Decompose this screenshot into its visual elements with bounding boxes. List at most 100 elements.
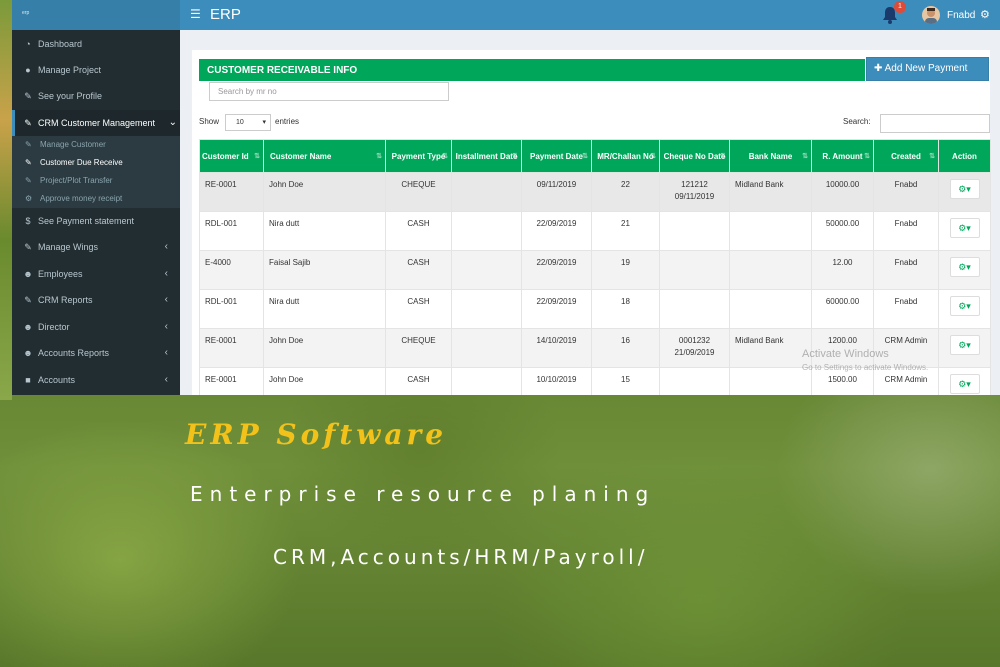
cell-cheque-no-date xyxy=(659,250,730,290)
table-search-input[interactable] xyxy=(880,114,990,133)
table-row: RDL-001 Nira dutt CASH 22/09/2019 21 50000.00… xyxy=(199,211,991,251)
search-label: Search: xyxy=(843,117,871,126)
sidebar-item-label: Dashboard xyxy=(38,39,83,49)
column-header-label: Action xyxy=(952,151,977,161)
sidebar-item-payment-statement[interactable]: $ See Payment statement xyxy=(12,208,180,234)
sidebar-subitem-approve-money-receipt[interactable]: ⚙ Approve money receipt xyxy=(12,190,180,208)
column-header-label: Customer Id xyxy=(202,151,249,161)
activate-windows-hint: Go to Settings to activate Windows. xyxy=(802,363,929,372)
chevron-left-icon: ‹ xyxy=(164,321,168,332)
cell-amount: 50000.00 xyxy=(811,211,874,251)
row-action-gear-icon[interactable]: ⚙▾ xyxy=(949,335,980,355)
sidebar-item-director[interactable]: ☻ Director ‹ xyxy=(12,314,180,340)
box-title: CUSTOMER RECEIVABLE INFO xyxy=(207,65,358,76)
sidebar-item-manage-wings[interactable]: ✎ Manage Wings ‹ xyxy=(12,234,180,260)
column-header-bank-name[interactable]: Bank Name ⇅ xyxy=(729,139,812,173)
column-header-label: Payment Type xyxy=(391,151,446,161)
cell-cheque-no-date: 0001232 21/09/2019 xyxy=(659,328,730,368)
customer-receivable-box: CUSTOMER RECEIVABLE INFO ✚ Add New Payme… xyxy=(192,50,991,395)
column-header-created[interactable]: Created ⇅ xyxy=(873,139,939,173)
cell-payment-date: 14/10/2019 xyxy=(521,328,592,368)
edit-icon: ✎ xyxy=(24,91,32,101)
app-title: ERP xyxy=(210,6,241,23)
column-header-customer-name[interactable]: Customer Name ⇅ xyxy=(263,139,386,173)
row-action-gear-icon[interactable]: ⚙▾ xyxy=(949,257,980,277)
sidebar-item-employees[interactable]: ☻ Employees ‹ xyxy=(12,261,180,287)
sidebar-item-manage-project[interactable]: ● Manage Project xyxy=(12,57,180,83)
cell-customer-name: Nira dutt xyxy=(263,289,386,329)
column-header-label: MR/Challan No xyxy=(597,151,654,161)
column-header-mr-challan[interactable]: MR/Challan No ⇅ xyxy=(591,139,660,173)
column-header-label: Installment Date xyxy=(455,151,518,161)
gears-icon[interactable]: ⚙ xyxy=(980,8,990,21)
chevron-left-icon: ‹ xyxy=(164,268,168,279)
sidebar-item-crm-reports[interactable]: ✎ CRM Reports ‹ xyxy=(12,287,180,313)
edit-icon: ✎ xyxy=(25,140,32,149)
logo-area[interactable]: erp xyxy=(12,0,180,30)
sidebar-subitem-manage-customer[interactable]: ✎ Manage Customer xyxy=(12,136,180,154)
logo-text: erp xyxy=(22,10,30,16)
row-action-gear-icon[interactable]: ⚙▾ xyxy=(949,296,980,316)
cell-customer-name: John Doe xyxy=(263,328,386,368)
cell-action: ⚙▾ xyxy=(938,172,991,212)
avatar[interactable] xyxy=(922,6,940,24)
search-mr-input[interactable]: Search by mr no xyxy=(209,82,449,101)
caret-down-icon: ▾ xyxy=(262,119,266,126)
activate-windows-watermark: Activate Windows xyxy=(802,348,889,360)
cell-customer-id: E-4000 xyxy=(199,250,264,290)
cell-installment-date xyxy=(451,250,522,290)
row-action-gear-icon[interactable]: ⚙▾ xyxy=(949,218,980,238)
sidebar-subitem-customer-due-receive[interactable]: ✎ Customer Due Receive xyxy=(12,154,180,172)
column-header-installment-date[interactable]: Installment Date ⇅ xyxy=(451,139,522,173)
chevron-down-icon: ⌄ xyxy=(168,117,177,128)
sidebar-item-dashboard[interactable]: ◔ Dashboard xyxy=(12,31,180,57)
column-header-customer-id[interactable]: Customer Id ⇅ xyxy=(199,139,264,173)
column-header-payment-date[interactable]: Payment Date ⇅ xyxy=(521,139,592,173)
sidebar-item-crm-customer-management[interactable]: ✎ CRM Customer Management ⌄ xyxy=(12,110,180,136)
cell-payment-date: 10/10/2019 xyxy=(521,367,592,395)
sidebar-subitem-project-plot-transfer[interactable]: ✎ Project/Plot Transfer xyxy=(12,172,180,190)
cell-bank-name xyxy=(729,289,812,329)
users-icon: ☻ xyxy=(23,322,33,332)
add-new-payment-button[interactable]: ✚ Add New Payment xyxy=(866,57,989,81)
chevron-left-icon: ‹ xyxy=(164,374,168,385)
cell-cheque-no-date xyxy=(659,289,730,329)
cell-payment-date: 09/11/2019 xyxy=(521,172,592,212)
cell-created: Fnabd xyxy=(873,211,939,251)
entries-label: entries xyxy=(275,117,300,126)
dollar-icon: $ xyxy=(25,216,31,226)
sidebar-item-label: Accounts Reports xyxy=(38,348,110,358)
row-action-gear-icon[interactable]: ⚙▾ xyxy=(949,374,980,394)
row-action-gear-icon[interactable]: ⚙▾ xyxy=(949,179,980,199)
cell-payment-type: CHEQUE xyxy=(385,328,452,368)
cell-cheque-no-date: 121212 09/11/2019 xyxy=(659,172,730,212)
sidebar-item-accounts[interactable]: ■ Accounts ‹ xyxy=(12,367,180,393)
cell-mr-challan: 15 xyxy=(591,367,660,395)
column-header-payment-type[interactable]: Payment Type ⇅ xyxy=(385,139,452,173)
sidebar-item-profile[interactable]: ✎ See your Profile xyxy=(12,83,180,109)
sidebar-item-label: Director xyxy=(38,322,70,332)
table-body: RE-0001 John Doe CHEQUE 09/11/2019 22 121212 … xyxy=(199,172,991,395)
cell-amount: 10000.00 xyxy=(811,172,874,212)
users-icon: ☻ xyxy=(23,269,33,279)
cell-cheque-no-date xyxy=(659,211,730,251)
cell-installment-date xyxy=(451,289,522,329)
column-header-label: Bank Name xyxy=(748,151,793,161)
column-header-amount[interactable]: R. Amount ⇅ xyxy=(811,139,874,173)
add-button-label: Add New Payment xyxy=(884,63,968,74)
sort-icon: ⇅ xyxy=(512,153,518,160)
background-strip xyxy=(0,0,12,400)
cell-mr-challan: 16 xyxy=(591,328,660,368)
sidebar-item-label: CRM Reports xyxy=(38,295,93,305)
column-header-label: Cheque No Date xyxy=(663,151,726,161)
column-header-action[interactable]: Action xyxy=(938,139,991,173)
sort-icon: ⇅ xyxy=(442,153,448,160)
cell-payment-type: CASH xyxy=(385,250,452,290)
user-name[interactable]: Fnabd xyxy=(947,10,975,21)
edit-icon: ✎ xyxy=(24,242,32,252)
entries-select[interactable]: 10 ▾ xyxy=(225,114,271,131)
sidebar-item-accounts-reports[interactable]: ☻ Accounts Reports ‹ xyxy=(12,340,180,366)
column-header-cheque-no-date[interactable]: Cheque No Date ⇅ xyxy=(659,139,730,173)
cell-created: Fnabd xyxy=(873,289,939,329)
menu-icon[interactable]: ☰ xyxy=(190,7,201,21)
